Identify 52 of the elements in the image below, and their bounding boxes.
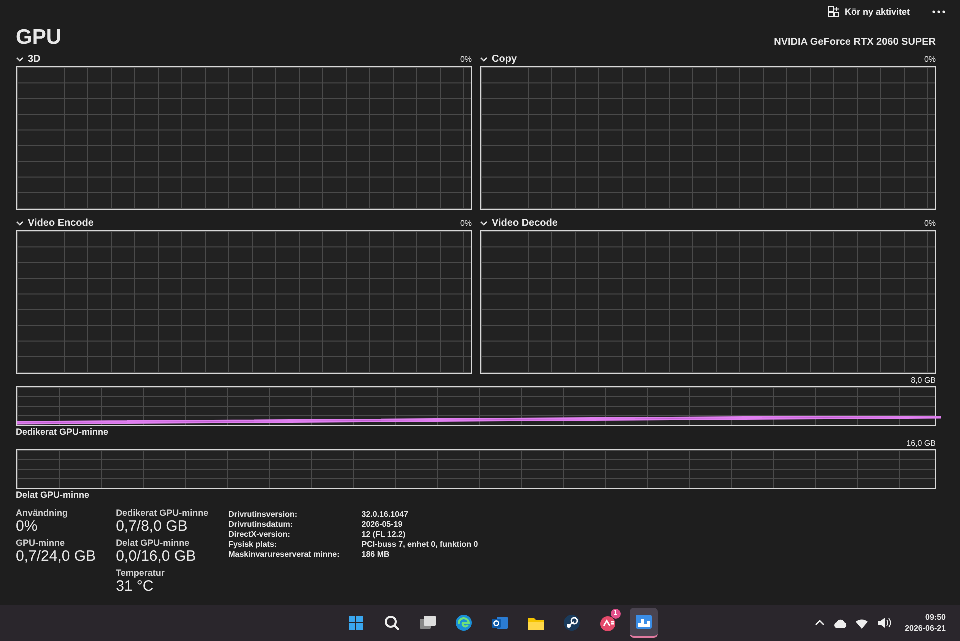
gpu-name: NVIDIA GeForce RTX 2060 SUPER [774,37,936,48]
chart-max-label: 16,0 GB [906,439,936,449]
detail-value: PCI-buss 7, enhet 0, funktion 0 [362,540,478,549]
detail-value: 186 MB [362,550,391,559]
detail-value: 2026-05-19 [362,520,404,529]
stat-value: 0,7/8,0 GB [116,518,189,535]
run-task-button[interactable]: Kör ny aktivitet [824,3,914,21]
usage-percent: 0% [924,218,936,228]
chart-max-label: 8,0 GB [911,376,936,386]
browser-icon [454,613,474,633]
stat-value: 0% [16,518,39,535]
chart-title: Delat GPU-minne [16,489,91,502]
stat-value: 0,7/24,0 GB [16,548,96,565]
chart-title: 3D [28,54,41,64]
page-title: GPU [16,26,62,50]
chevron-icon[interactable] [480,56,488,62]
stat-label: GPU-minne [16,538,66,548]
clock[interactable]: 09:50 2026-06-21 [905,613,946,633]
chart-title: Copy [492,54,517,64]
detail-label: Drivrutinsdatum: [228,520,294,529]
chevron-icon[interactable] [16,220,24,226]
stat-value: 0,0/16,0 GB [116,548,198,565]
more-icon [932,10,946,14]
stat-label: Temperatur [116,568,166,578]
wifi-icon[interactable] [855,618,870,628]
stat-label: Delat GPU-minne [116,538,191,548]
detail-value: 12 (FL 12.2) [362,530,407,539]
chevron-up-icon[interactable] [815,619,826,627]
steam-icon [562,613,582,633]
new-task-icon [828,6,840,18]
chart-title: Video Decode [492,218,558,228]
task-manager-icon [634,612,654,632]
clock-time: 09:50 [926,613,946,622]
stat-label: Användning [16,508,69,518]
taskbar-app-button[interactable] [630,608,658,638]
clock-date: 2026-06-21 [905,624,946,633]
usage-percent: 0% [460,218,472,228]
detail-value: 32.0.16.1047 [362,510,410,519]
cloud-icon[interactable] [833,618,848,628]
detail-label: Drivrutinsversion: [228,510,298,519]
detail-label: Fysisk plats: [228,540,278,549]
detail-label: Maskinvarureserverat minne: [228,550,340,559]
chevron-icon[interactable] [480,220,488,226]
usage-percent: 0% [460,54,472,64]
detail-label: DirectX-version: [228,530,292,539]
usage-percent: 0% [924,54,936,64]
chevron-icon[interactable] [16,56,24,62]
chart-title: Video Encode [28,218,94,228]
stat-value: 31 °C [116,578,155,595]
speaker-icon[interactable] [877,617,892,629]
stat-label: Dedikerat GPU-minne [116,508,209,518]
chart-title: Dedikerat GPU-minne [16,426,110,439]
